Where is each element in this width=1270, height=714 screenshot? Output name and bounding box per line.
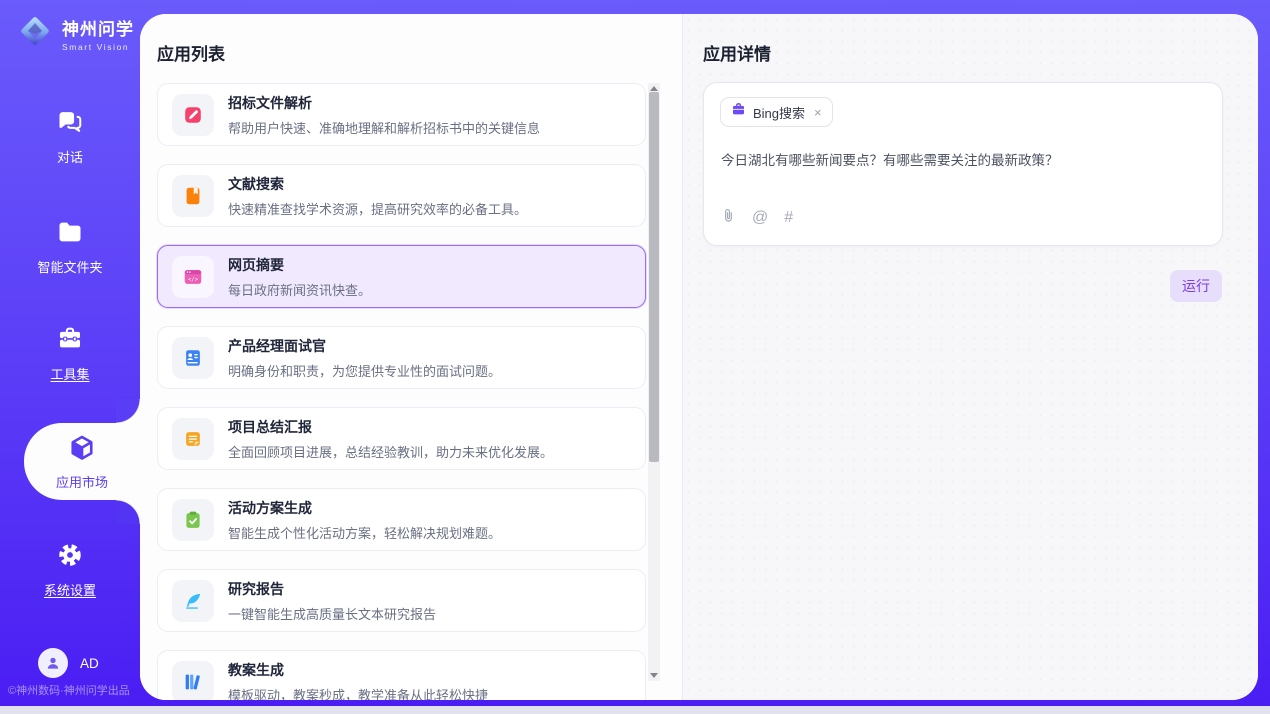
chat-icon <box>56 108 84 141</box>
diamond-logo-icon <box>16 12 54 55</box>
briefcase-icon <box>731 102 746 122</box>
quill-icon <box>172 580 214 622</box>
app-detail-title: 应用详情 <box>703 40 771 65</box>
books-icon <box>172 661 214 701</box>
edit-square-icon <box>172 94 214 136</box>
app-list-title: 应用列表 <box>157 40 225 65</box>
app-title: 网页摘要 <box>228 255 371 275</box>
app-title: 文献搜索 <box>228 174 527 194</box>
sidebar-item-toolset[interactable]: 工具集 <box>0 325 140 383</box>
app-card-literature-search[interactable]: 文献搜索 快速精准查找学术资源，提高研究效率的必备工具。 <box>157 164 646 227</box>
sidebar: 神州问学 Smart Vision 对话 智能文件夹 <box>0 0 140 714</box>
sidebar-item-label: 应用市场 <box>56 472 108 491</box>
interview-doc-icon <box>172 337 214 379</box>
app-title: 项目总结汇报 <box>228 417 553 437</box>
brand-name: 神州问学 <box>62 15 134 40</box>
app-cards: 招标文件解析 帮助用户快速、准确地理解和解析招标书中的关键信息 文献搜索 快速精… <box>157 83 646 700</box>
tool-chip-bing-search[interactable]: Bing搜索 × <box>720 97 833 127</box>
user-account[interactable]: AD <box>38 648 99 678</box>
folder-icon <box>56 218 84 251</box>
close-icon[interactable]: × <box>814 105 822 120</box>
app-description: 帮助用户快速、准确地理解和解析招标书中的关键信息 <box>228 118 540 137</box>
sidebar-item-chat[interactable]: 对话 <box>0 108 140 166</box>
app-title: 招标文件解析 <box>228 93 540 113</box>
brand-logo[interactable]: 神州问学 Smart Vision <box>16 12 134 55</box>
svg-text:</>: </> <box>188 277 199 283</box>
cube-icon <box>67 433 97 468</box>
browser-code-icon: </> <box>172 256 214 298</box>
hash-icon[interactable]: # <box>784 210 793 226</box>
note-icon <box>172 418 214 460</box>
app-title: 教案生成 <box>228 660 488 680</box>
tool-chip-label: Bing搜索 <box>753 103 805 122</box>
app-description: 明确身份和职责，为您提供专业性的面试问题。 <box>228 361 501 380</box>
scrollbar-thumb[interactable] <box>649 92 659 462</box>
sidebar-item-label: 系统设置 <box>44 580 96 599</box>
app-description: 全面回顾项目进展，总结经验教训，助力未来优化发展。 <box>228 442 553 461</box>
gear-icon <box>56 541 84 574</box>
app-detail-column: 应用详情 Bing搜索 × 今日湖北有哪些新闻要点？有哪些需要关注的最新政策？ <box>682 14 1258 700</box>
app-card-event-plan[interactable]: 活动方案生成 智能生成个性化活动方案，轻松解决规划难题。 <box>157 488 646 551</box>
scroll-down-arrow-icon[interactable] <box>650 673 658 678</box>
app-card-bid-parse[interactable]: 招标文件解析 帮助用户快速、准确地理解和解析招标书中的关键信息 <box>157 83 646 146</box>
app-card-web-summary[interactable]: </> 网页摘要 每日政府新闻资讯快查。 <box>157 245 646 308</box>
app-description: 模板驱动，教案秒成，教学准备从此轻松快捷 <box>228 685 488 701</box>
app-description: 一键智能生成高质量长文本研究报告 <box>228 604 436 623</box>
window-bottom-strip <box>0 706 1270 714</box>
app-card-project-summary[interactable]: 项目总结汇报 全面回顾项目进展，总结经验教训，助力未来优化发展。 <box>157 407 646 470</box>
sidebar-item-smart-folder[interactable]: 智能文件夹 <box>0 218 140 276</box>
app-description: 快速精准查找学术资源，提高研究效率的必备工具。 <box>228 199 527 218</box>
paperclip-icon[interactable] <box>721 207 736 229</box>
run-button[interactable]: 运行 <box>1170 270 1222 302</box>
avatar-icon <box>38 648 68 678</box>
sidebar-item-label: 工具集 <box>50 364 89 383</box>
app-title: 研究报告 <box>228 579 436 599</box>
app-card-lesson-plan[interactable]: 教案生成 模板驱动，教案秒成，教学准备从此轻松快捷 <box>157 650 646 700</box>
sidebar-item-app-market[interactable]: 应用市场 <box>24 423 140 500</box>
composer-toolbar: @ # <box>721 207 793 229</box>
toolbox-icon <box>56 325 84 358</box>
app-card-research-report[interactable]: 研究报告 一键智能生成高质量长文本研究报告 <box>157 569 646 632</box>
scroll-up-arrow-icon[interactable] <box>650 86 658 91</box>
clipboard-check-icon <box>172 499 214 541</box>
app-list-column: 应用列表 招标文件解析 帮助用户快速、准确地理解和解析招标书中的关键信息 <box>140 14 682 700</box>
main-panel: 应用列表 招标文件解析 帮助用户快速、准确地理解和解析招标书中的关键信息 <box>140 14 1258 700</box>
sidebar-item-label: 对话 <box>57 147 83 166</box>
mention-icon[interactable]: @ <box>752 210 768 226</box>
app-card-pm-interviewer[interactable]: 产品经理面试官 明确身份和职责，为您提供专业性的面试问题。 <box>157 326 646 389</box>
app-description: 每日政府新闻资讯快查。 <box>228 280 371 299</box>
app-title: 产品经理面试官 <box>228 336 501 356</box>
sidebar-item-label: 智能文件夹 <box>37 257 102 276</box>
list-scrollbar[interactable] <box>648 83 660 681</box>
user-initials: AD <box>80 656 99 671</box>
copyright-text: ©神州数码·神州问学出品 <box>8 682 130 698</box>
query-card: Bing搜索 × 今日湖北有哪些新闻要点？有哪些需要关注的最新政策？ @ # <box>703 82 1223 246</box>
query-text[interactable]: 今日湖北有哪些新闻要点？有哪些需要关注的最新政策？ <box>721 151 1206 171</box>
app-description: 智能生成个性化活动方案，轻松解决规划难题。 <box>228 523 501 542</box>
sidebar-item-settings[interactable]: 系统设置 <box>0 541 140 599</box>
app-title: 活动方案生成 <box>228 498 501 518</box>
brand-tagline: Smart Vision <box>62 42 134 52</box>
book-icon <box>172 175 214 217</box>
